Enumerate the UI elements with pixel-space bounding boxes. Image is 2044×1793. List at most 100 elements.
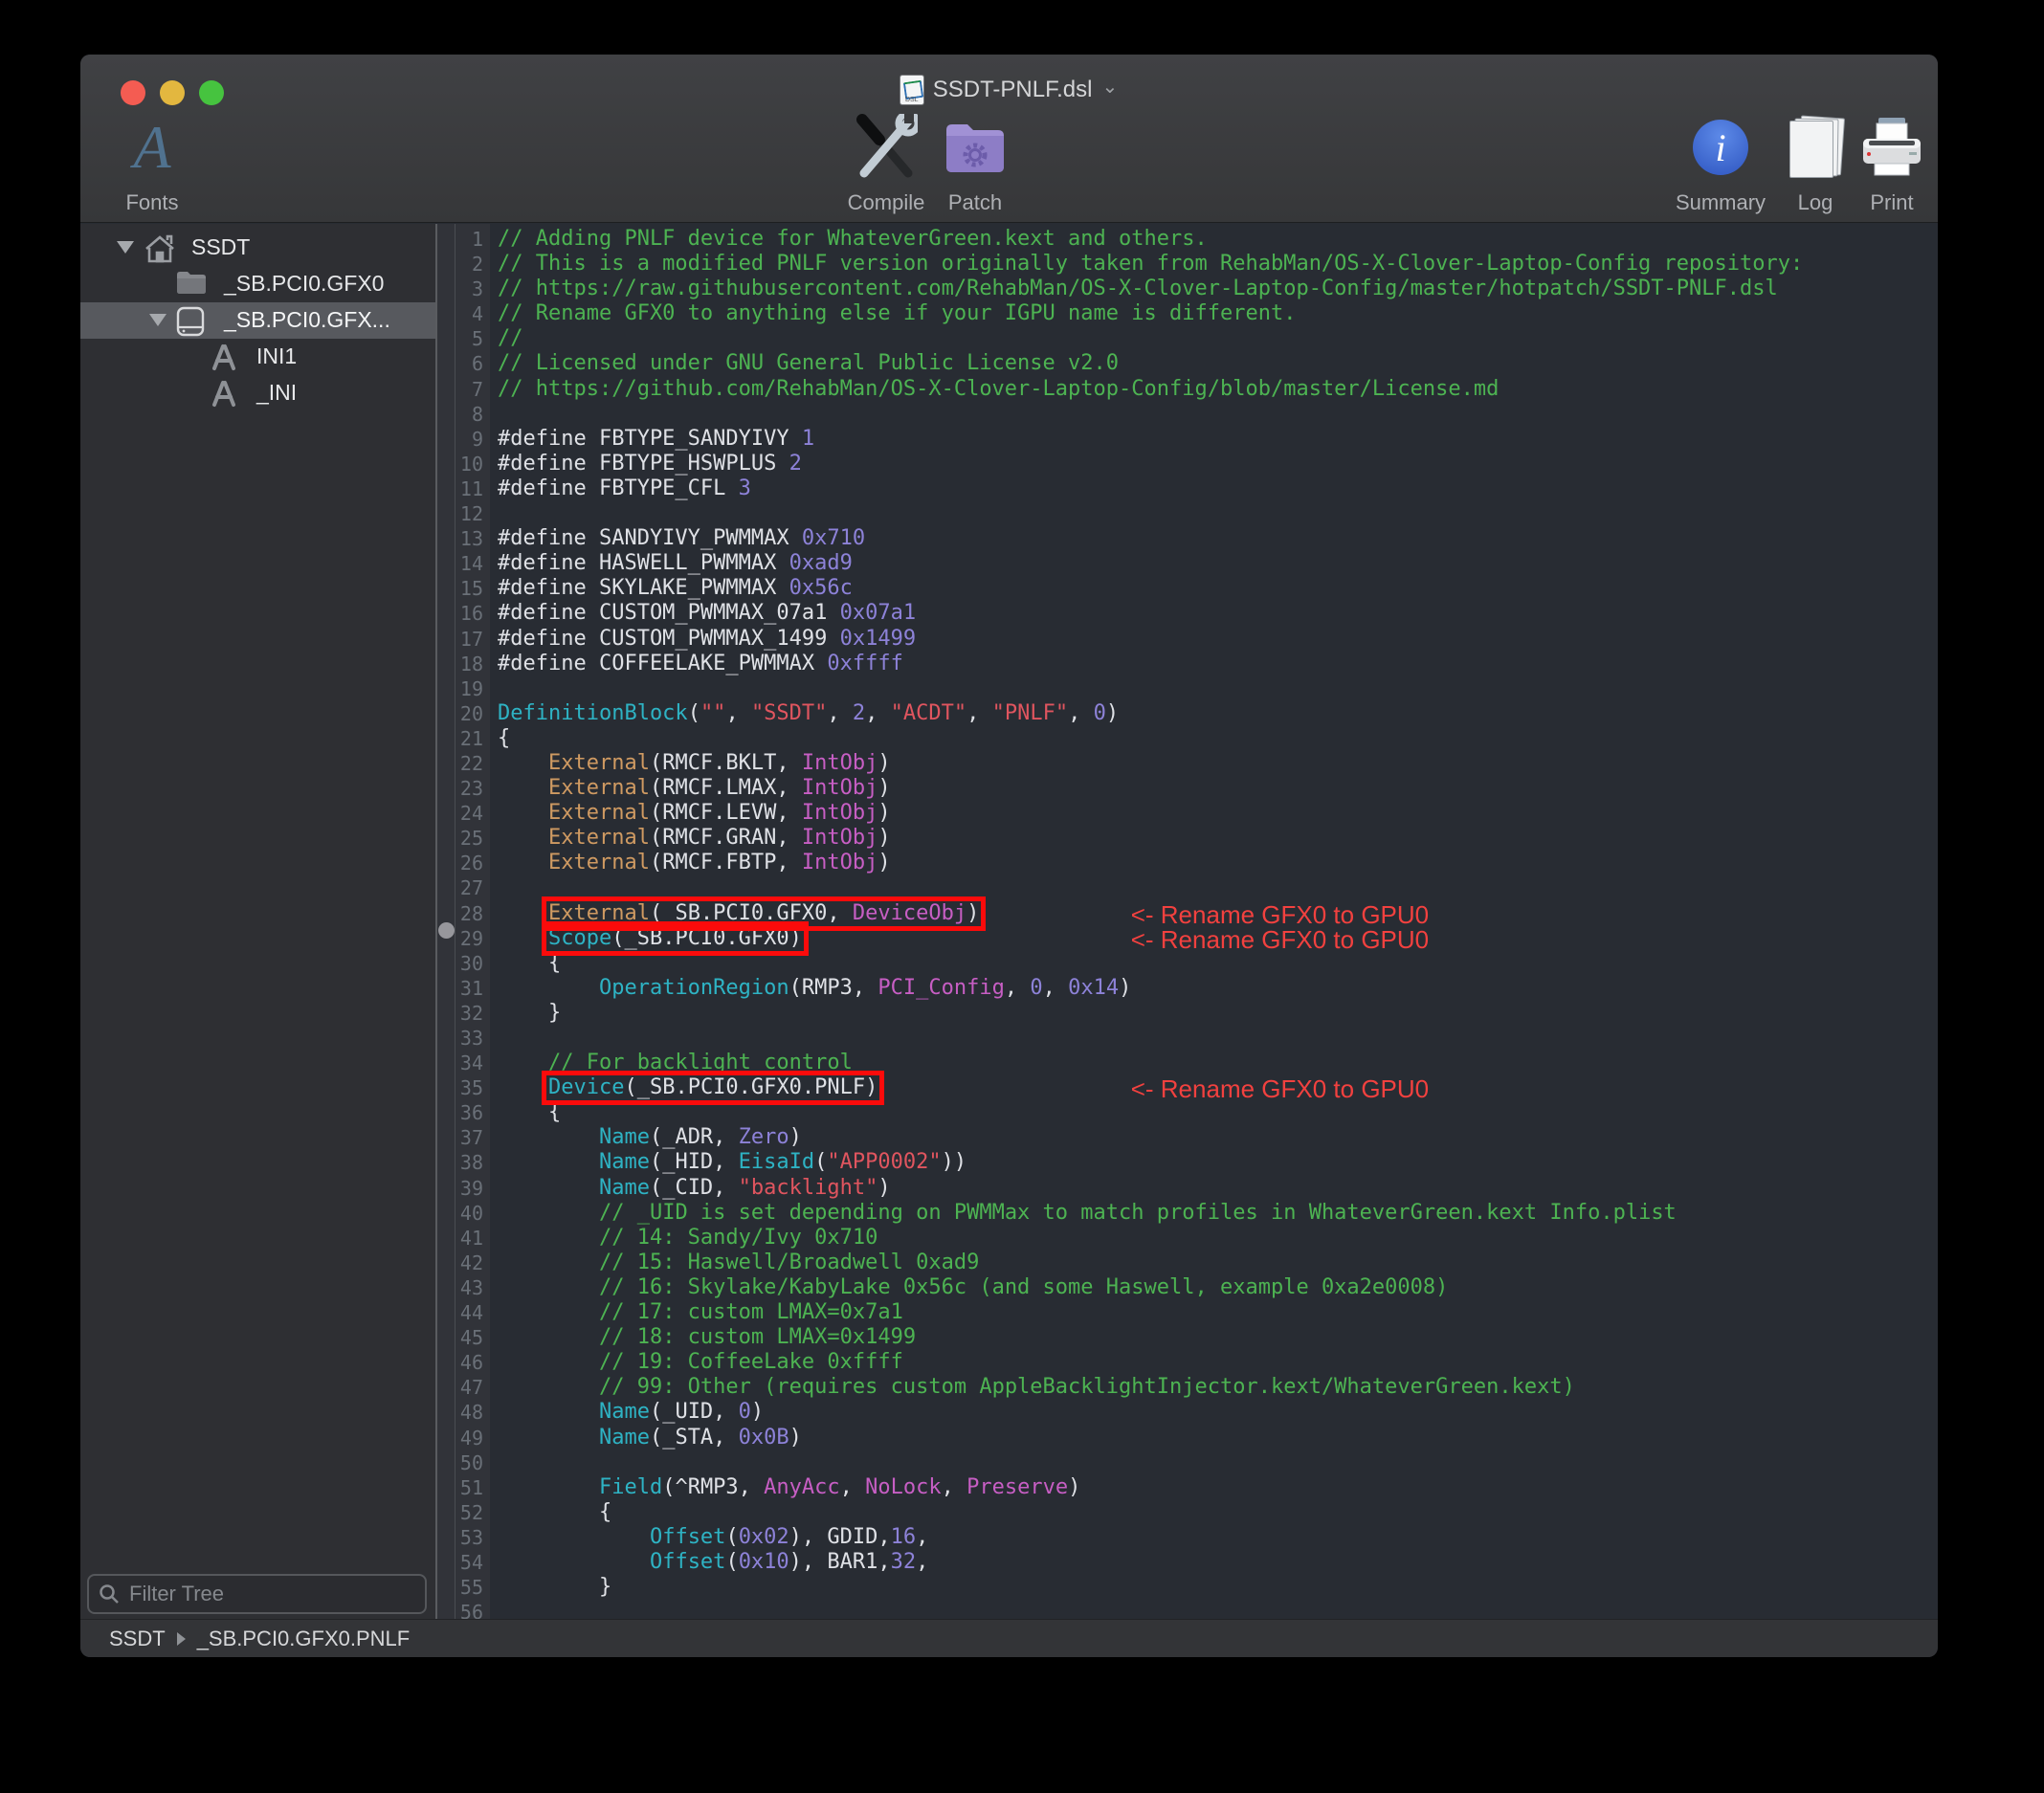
code-line: Name(_STA, 0x0B): [498, 1426, 1938, 1450]
titlebar-toolbar: SSDT-PNLF.dsl ⌄ A Fonts Compile: [80, 55, 1938, 223]
code-line: External(RMCF.LEVW, IntObj): [498, 801, 1938, 826]
code-line: Name(_CID, "backlight"): [498, 1176, 1938, 1201]
line-number: 8: [437, 402, 490, 427]
code-line: #define FBTYPE_SANDYIVY 1: [498, 427, 1938, 452]
document-proxy-icon[interactable]: [900, 76, 923, 104]
code-line: Name(_HID, EisaId("APP0002")): [498, 1150, 1938, 1175]
line-number: 36: [437, 1100, 490, 1125]
line-number: 16: [437, 601, 490, 626]
toolbar-print-label: Print: [1815, 190, 1938, 215]
toolbar-print-button[interactable]: Print: [1815, 110, 1938, 215]
tree-item-label: INI1: [256, 343, 297, 369]
code-line: #define HASWELL_PWMMAX 0xad9: [498, 551, 1938, 576]
code-line: // 18: custom LMAX=0x1499: [498, 1325, 1938, 1350]
tree-item--sb-pci0-gfx0[interactable]: _SB.PCI0.GFX0: [80, 266, 435, 302]
line-number: 52: [437, 1500, 490, 1525]
line-number: 7: [437, 377, 490, 402]
line-number: 41: [437, 1226, 490, 1251]
line-number: 54: [437, 1550, 490, 1575]
main-content: SSDT _SB.PCI0.GFX0 _SB.PCI0.GFX... INI1 _INI…: [80, 224, 1938, 1619]
tree-item--sb-pci0-gfx-[interactable]: _SB.PCI0.GFX...: [80, 302, 435, 339]
patch-folder-gear-icon: [899, 110, 1052, 185]
line-number: 18: [437, 652, 490, 676]
sidebar: SSDT _SB.PCI0.GFX0 _SB.PCI0.GFX... INI1 _INI: [80, 224, 437, 1619]
toolbar-patch-button[interactable]: Patch: [899, 110, 1052, 215]
code-line: Name(_ADR, Zero): [498, 1125, 1938, 1150]
code-line: }: [498, 1575, 1938, 1600]
line-number: 23: [437, 776, 490, 801]
line-number: 14: [437, 551, 490, 576]
tree-item-label: SSDT: [191, 234, 250, 260]
code-line: {: [498, 726, 1938, 751]
line-number: 43: [437, 1275, 490, 1300]
line-number: 44: [437, 1300, 490, 1325]
code-editor[interactable]: // Adding PNLF device for WhateverGreen.…: [490, 224, 1938, 1619]
line-number: 42: [437, 1251, 490, 1275]
line-number: 33: [437, 1026, 490, 1051]
title-chevron-down-icon[interactable]: ⌄: [1101, 75, 1118, 99]
code-line: [498, 402, 1938, 427]
line-number: 48: [437, 1400, 490, 1425]
line-number: 50: [437, 1450, 490, 1475]
toolbar-fonts-button[interactable]: A Fonts: [80, 110, 229, 215]
line-number: 45: [437, 1325, 490, 1350]
line-number: 6: [437, 351, 490, 376]
status-bar: SSDT _SB.PCI0.GFX0.PNLF: [80, 1619, 1938, 1657]
rename-highlight-box: [542, 921, 809, 956]
line-number: 20: [437, 701, 490, 726]
code-line: // _UID is set depending on PWMMax to ma…: [498, 1201, 1938, 1226]
line-number: 1: [437, 227, 490, 252]
code-line: OperationRegion(RMP3, PCI_Config, 0, 0x1…: [498, 976, 1938, 1001]
code-line: }: [498, 1001, 1938, 1026]
rename-annotation: <- Rename GFX0 to GPU0: [1131, 927, 1429, 952]
code-line: Offset(0x02), GDID,16,: [498, 1525, 1938, 1550]
line-number: 19: [437, 676, 490, 701]
home-icon: [144, 233, 174, 264]
code-line: // 17: custom LMAX=0x7a1: [498, 1300, 1938, 1325]
line-number: 10: [437, 452, 490, 476]
maciasl-window: SSDT-PNLF.dsl ⌄ A Fonts Compile: [80, 55, 1938, 1657]
disclosure-triangle-icon[interactable]: [117, 241, 134, 254]
line-number: 38: [437, 1150, 490, 1175]
code-line: [498, 1026, 1938, 1051]
breadcrumb-leaf[interactable]: _SB.PCI0.GFX0.PNLF: [197, 1627, 411, 1651]
tree-item--ini[interactable]: _INI: [80, 375, 435, 411]
line-number: 24: [437, 801, 490, 826]
line-number: 15: [437, 576, 490, 601]
code-line: // 19: CoffeeLake 0xffff: [498, 1350, 1938, 1375]
tree-item-label: _SB.PCI0.GFX...: [224, 307, 390, 333]
line-number: 30: [437, 951, 490, 976]
line-number: 55: [437, 1575, 490, 1600]
method-icon: [209, 343, 239, 373]
code-line: [498, 1600, 1938, 1619]
line-number: 40: [437, 1201, 490, 1226]
filter-tree-input[interactable]: [127, 1581, 425, 1607]
rename-annotation: <- Rename GFX0 to GPU0: [1131, 1076, 1429, 1101]
code-line: #define COFFEELAKE_PWMMAX 0xffff: [498, 652, 1938, 676]
disclosure-triangle-icon[interactable]: [149, 314, 167, 326]
tree-item-ini1[interactable]: INI1: [80, 339, 435, 375]
code-line: Name(_UID, 0): [498, 1400, 1938, 1425]
code-line: #define FBTYPE_HSWPLUS 2: [498, 452, 1938, 476]
line-number: 2: [437, 252, 490, 277]
filter-tree-field[interactable]: [87, 1574, 427, 1614]
line-number: 22: [437, 751, 490, 776]
code-line: // 14: Sandy/Ivy 0x710: [498, 1226, 1938, 1251]
tree-item-label: _SB.PCI0.GFX0: [224, 271, 384, 297]
code-line: // Rename GFX0 to anything else if your …: [498, 301, 1938, 326]
code-line: {: [498, 1500, 1938, 1525]
tree-item-ssdt[interactable]: SSDT: [80, 230, 435, 266]
rename-annotation: <- Rename GFX0 to GPU0: [1131, 902, 1429, 927]
line-number: 9: [437, 427, 490, 452]
code-line: External(RMCF.FBTP, IntObj): [498, 851, 1938, 875]
title-group: SSDT-PNLF.dsl ⌄: [80, 76, 1938, 104]
code-line: // 99: Other (requires custom AppleBackl…: [498, 1375, 1938, 1400]
line-number: 46: [437, 1350, 490, 1375]
line-number: 3: [437, 277, 490, 301]
code-line: // https://github.com/RehabMan/OS-X-Clov…: [498, 377, 1938, 402]
breadcrumb-root[interactable]: SSDT: [109, 1627, 166, 1651]
code-line: // Adding PNLF device for WhateverGreen.…: [498, 227, 1938, 252]
code-line: [498, 676, 1938, 701]
code-line: External(RMCF.GRAN, IntObj): [498, 826, 1938, 851]
ssdt-tree: SSDT _SB.PCI0.GFX0 _SB.PCI0.GFX... INI1 _INI: [80, 224, 435, 411]
